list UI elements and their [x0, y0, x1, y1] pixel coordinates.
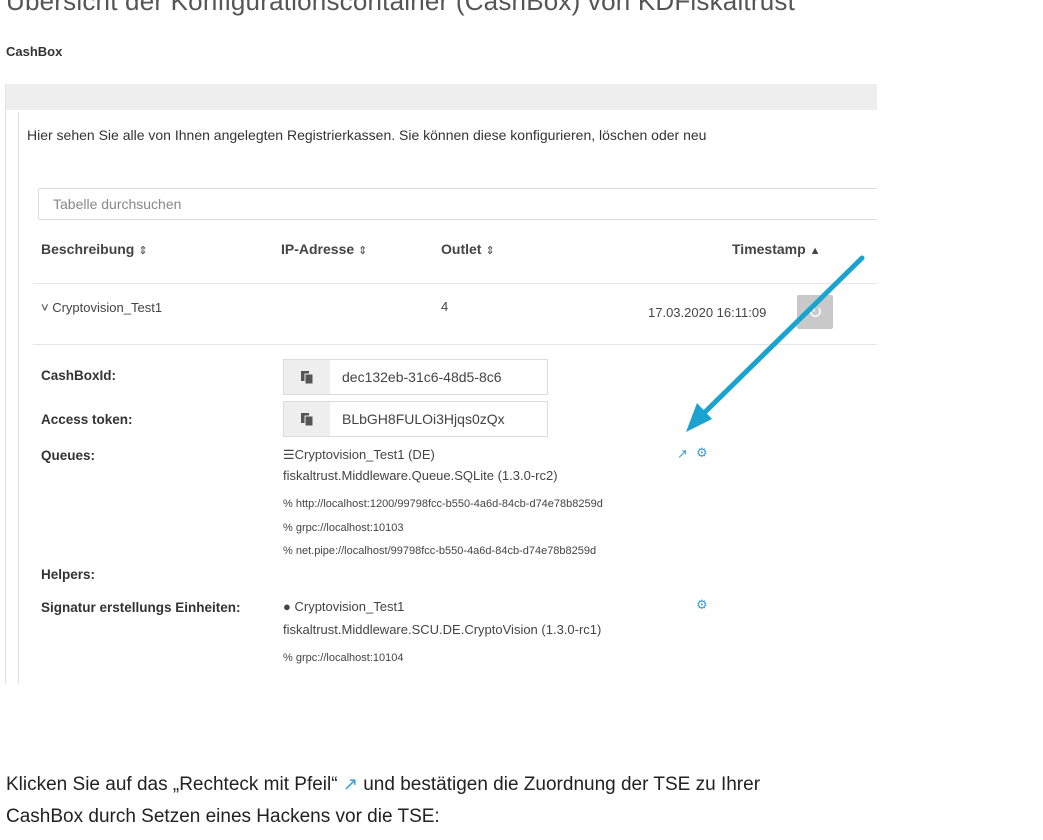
annotation-arrow	[686, 255, 865, 432]
instruction-line-2: CashBox durch Setzen eines Hackens vor d…	[6, 806, 440, 827]
external-link-icon: ↗	[342, 774, 358, 794]
instruction-line-1: Klicken Sie auf das „Rechteck mit Pfeil“…	[6, 774, 761, 795]
